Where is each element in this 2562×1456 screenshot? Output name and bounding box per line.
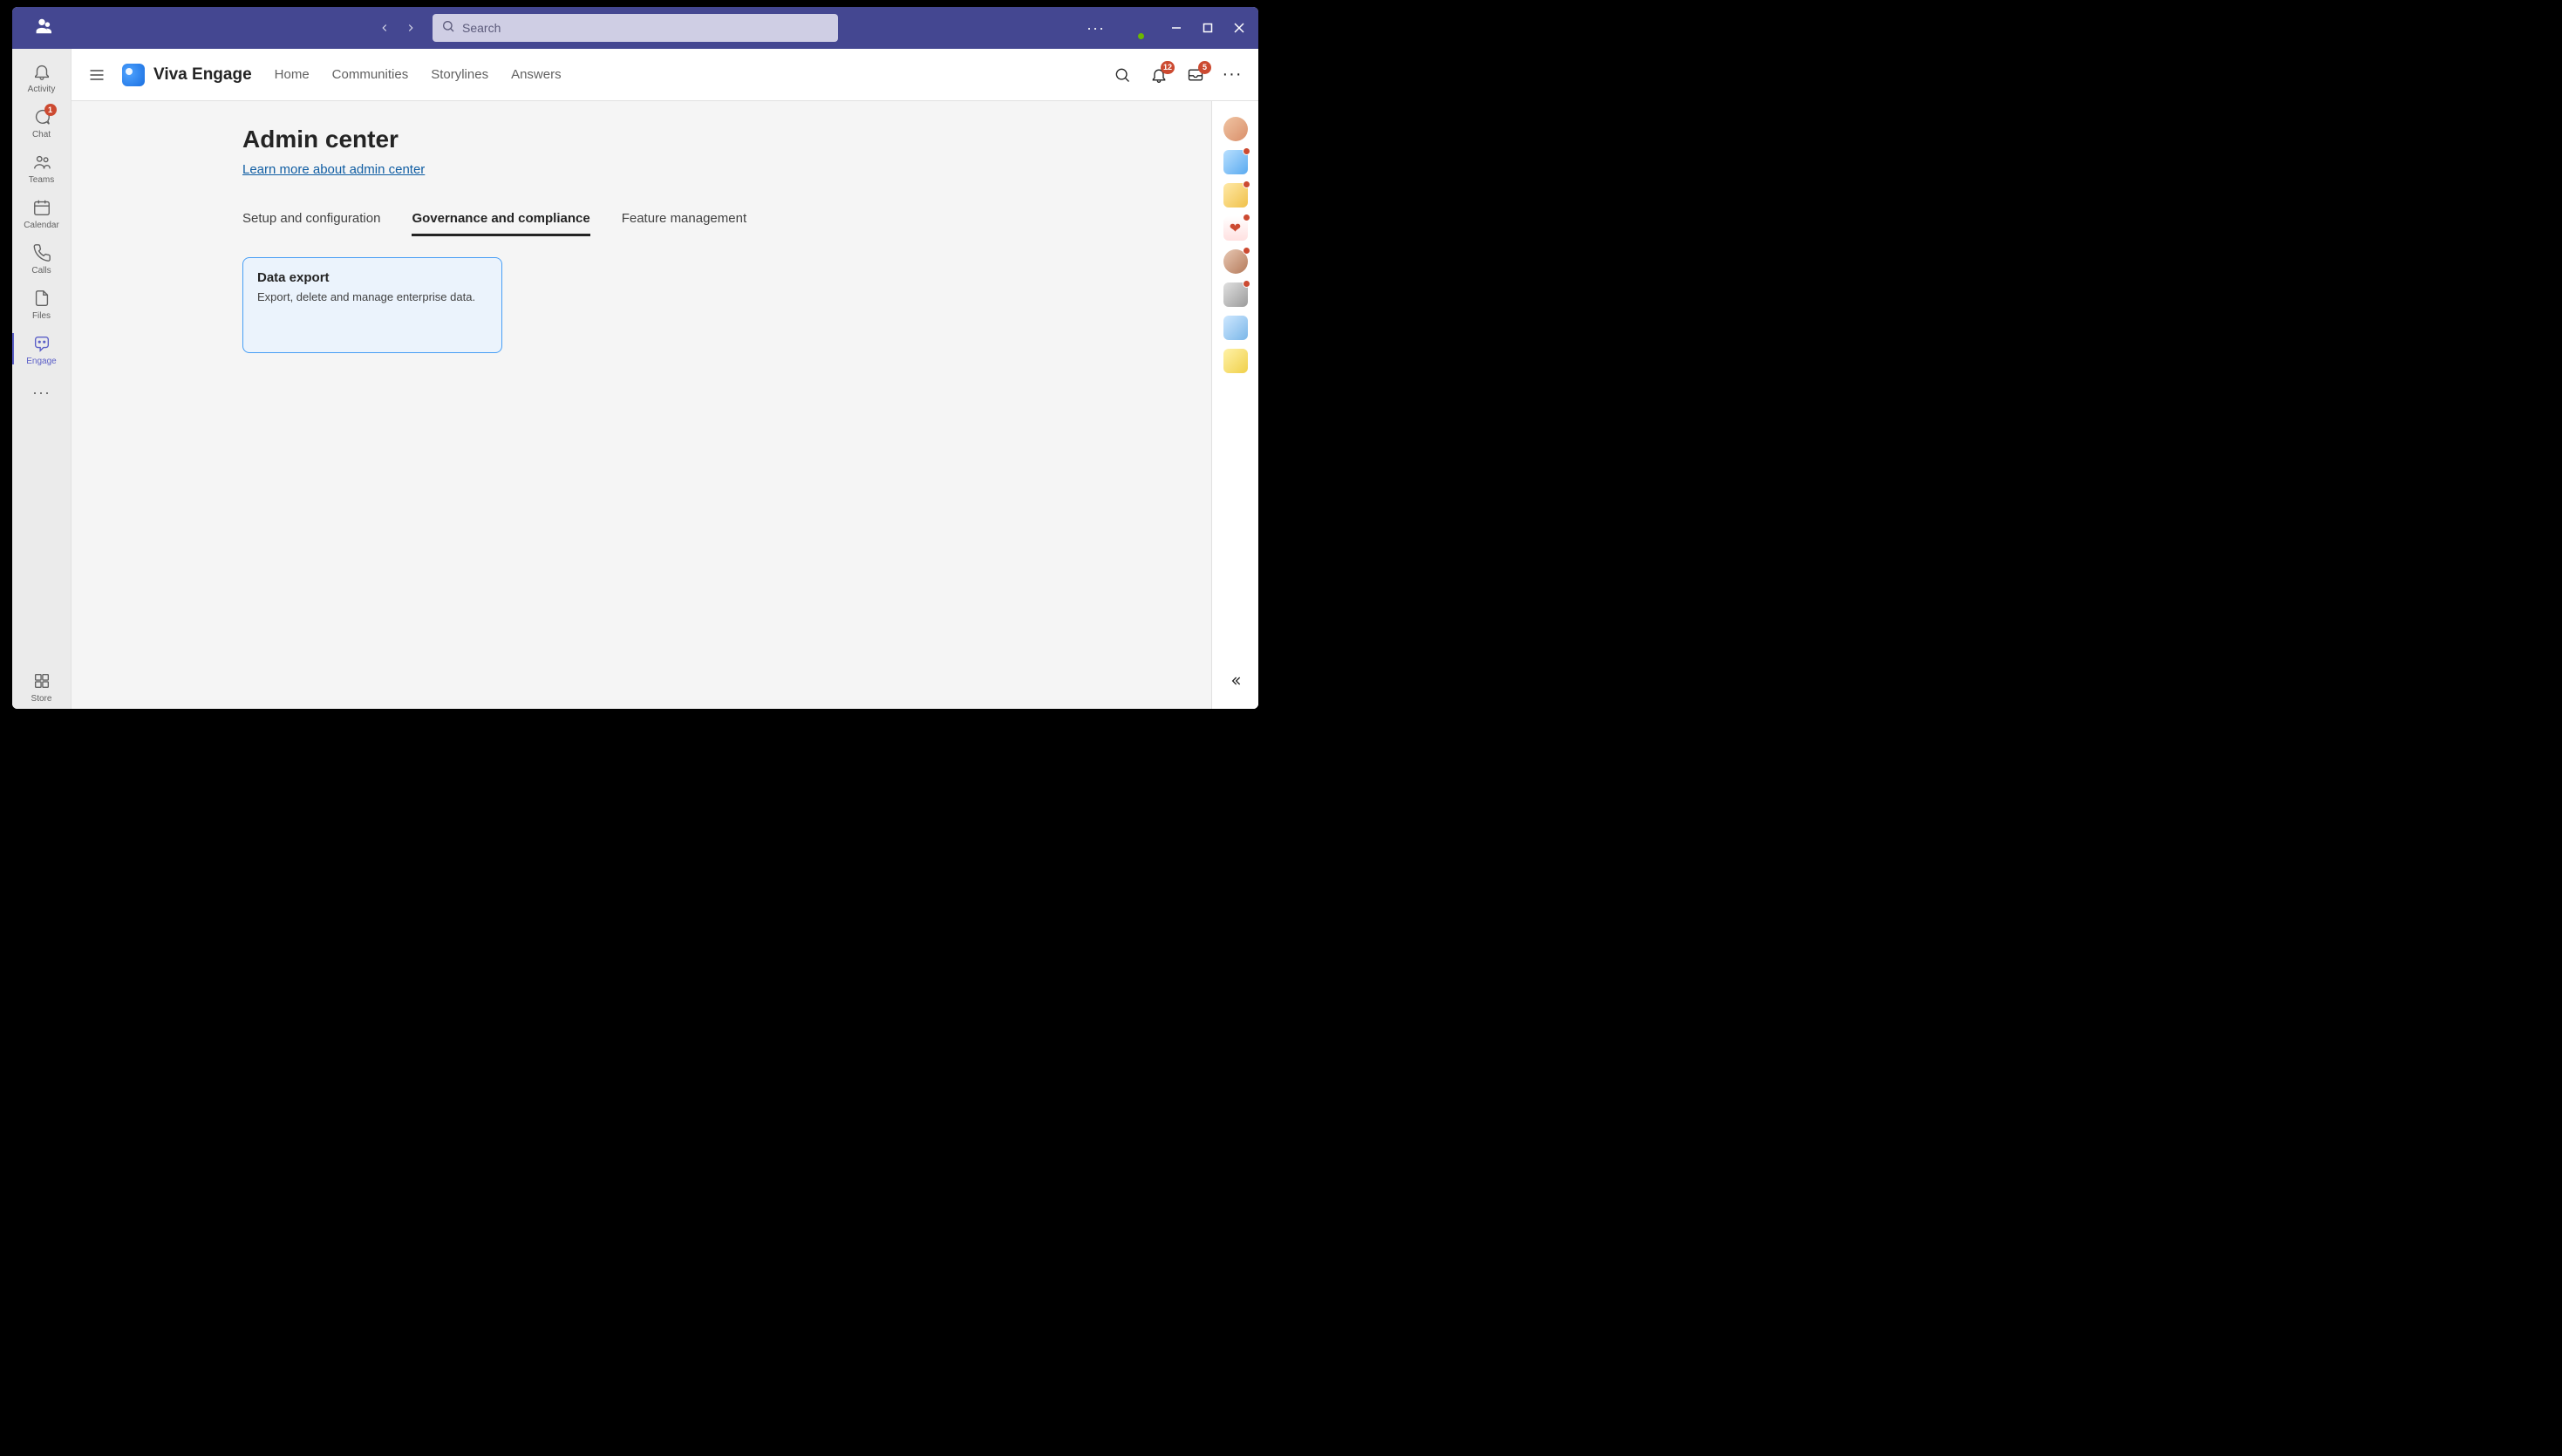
maximize-button[interactable]: [1201, 21, 1215, 35]
rail-item-calendar[interactable]: Calendar: [12, 190, 71, 235]
titlebar: ···: [12, 7, 1258, 49]
nav-storylines[interactable]: Storylines: [431, 67, 488, 82]
forward-button[interactable]: [403, 20, 419, 36]
status-dot-icon: [1243, 280, 1250, 288]
minimize-button[interactable]: [1169, 21, 1183, 35]
settings-more-button[interactable]: ···: [1087, 19, 1105, 37]
rail-item-teams[interactable]: Teams: [12, 145, 71, 190]
main-row: Activity 1 Chat Teams Calendar: [12, 49, 1258, 709]
card-title: Data export: [257, 270, 487, 285]
nav-answers[interactable]: Answers: [511, 67, 562, 82]
people-chip-3[interactable]: ❤: [1223, 216, 1248, 241]
people-rail: ❤: [1211, 101, 1258, 709]
back-button[interactable]: [377, 20, 392, 36]
people-chip-6[interactable]: [1223, 316, 1248, 340]
engage-icon: [31, 332, 53, 355]
header-notifications-button[interactable]: 12: [1148, 65, 1169, 85]
rail-label: Files: [32, 311, 51, 321]
header-more-button[interactable]: ···: [1222, 65, 1243, 85]
phone-icon: [31, 242, 53, 264]
status-dot-icon: [1243, 147, 1250, 155]
rail-item-chat[interactable]: 1 Chat: [12, 99, 71, 145]
viva-engage-logo-icon: [122, 64, 145, 86]
rail-item-store[interactable]: Store: [12, 663, 71, 709]
rail-item-engage[interactable]: Engage: [12, 326, 71, 371]
search-input[interactable]: [462, 21, 829, 35]
nav-home[interactable]: Home: [275, 67, 310, 82]
rail-label: Engage: [26, 357, 56, 366]
page-title: Admin center: [242, 126, 1114, 153]
header-inbox-button[interactable]: 5: [1185, 65, 1206, 85]
close-button[interactable]: [1232, 21, 1246, 35]
me-avatar[interactable]: [1121, 16, 1145, 40]
engage-brand[interactable]: Viva Engage: [122, 64, 252, 86]
search-icon: [441, 19, 455, 37]
people-icon: [31, 151, 53, 173]
cards-row: Data export Export, delete and manage en…: [242, 257, 1114, 353]
card-desc: Export, delete and manage enterprise dat…: [257, 290, 487, 303]
app-window: ··· Activity 1: [12, 7, 1258, 709]
inbox-badge: 5: [1198, 61, 1211, 74]
admin-center-page: Admin center Learn more about admin cent…: [242, 126, 1114, 353]
store-icon: [31, 670, 53, 692]
tab-feature-management[interactable]: Feature management: [622, 204, 746, 236]
learn-more-link[interactable]: Learn more about admin center: [242, 162, 425, 177]
nav-communities[interactable]: Communities: [332, 67, 409, 82]
bell-icon: [31, 60, 53, 83]
people-rail-collapse-button[interactable]: [1223, 669, 1248, 693]
status-dot-icon: [1243, 247, 1250, 255]
engage-body: Admin center Learn more about admin cent…: [72, 101, 1258, 709]
people-chip-4[interactable]: [1223, 249, 1248, 274]
global-search[interactable]: [433, 14, 838, 42]
people-chip-2[interactable]: [1223, 183, 1248, 208]
engage-title: Viva Engage: [153, 65, 252, 85]
chat-badge: 1: [44, 104, 57, 116]
rail-item-calls[interactable]: Calls: [12, 235, 71, 281]
teams-app-icon[interactable]: [12, 17, 72, 40]
engage-header: Viva Engage Home Communities Storylines …: [72, 49, 1258, 101]
people-chip-5[interactable]: [1223, 282, 1248, 307]
content-area: Viva Engage Home Communities Storylines …: [72, 49, 1258, 709]
rail-label: Calendar: [24, 221, 59, 230]
status-dot-icon: [1243, 214, 1250, 221]
card-data-export[interactable]: Data export Export, delete and manage en…: [242, 257, 502, 353]
rail-label: Calls: [31, 266, 51, 276]
presence-available-icon: [1136, 31, 1146, 41]
tab-setup[interactable]: Setup and configuration: [242, 204, 380, 236]
engage-header-right: 12 5 ···: [1112, 65, 1243, 85]
header-search-button[interactable]: [1112, 65, 1133, 85]
rail-item-activity[interactable]: Activity: [12, 54, 71, 99]
history-nav: [377, 20, 419, 36]
tab-governance[interactable]: Governance and compliance: [412, 204, 589, 236]
engage-nav: Home Communities Storylines Answers: [275, 67, 562, 82]
rail-more-button[interactable]: ···: [12, 371, 71, 414]
hamburger-button[interactable]: [87, 65, 106, 85]
rail-label: Chat: [32, 130, 51, 139]
app-rail: Activity 1 Chat Teams Calendar: [12, 49, 72, 709]
rail-item-files[interactable]: Files: [12, 281, 71, 326]
calendar-icon: [31, 196, 53, 219]
people-chip-7[interactable]: [1223, 349, 1248, 373]
file-icon: [31, 287, 53, 310]
titlebar-right: ···: [1087, 16, 1258, 40]
rail-label: Store: [31, 694, 52, 704]
chat-icon: 1: [31, 105, 53, 128]
notifications-badge: 12: [1161, 61, 1175, 74]
teams-logo-icon: [32, 17, 51, 40]
rail-label: Activity: [28, 85, 56, 94]
window-controls: [1169, 21, 1246, 35]
admin-tabs: Setup and configuration Governance and c…: [242, 204, 1114, 236]
people-chip-1[interactable]: [1223, 150, 1248, 174]
people-chip-0[interactable]: [1223, 117, 1248, 141]
status-dot-icon: [1243, 180, 1250, 188]
rail-label: Teams: [29, 175, 54, 185]
